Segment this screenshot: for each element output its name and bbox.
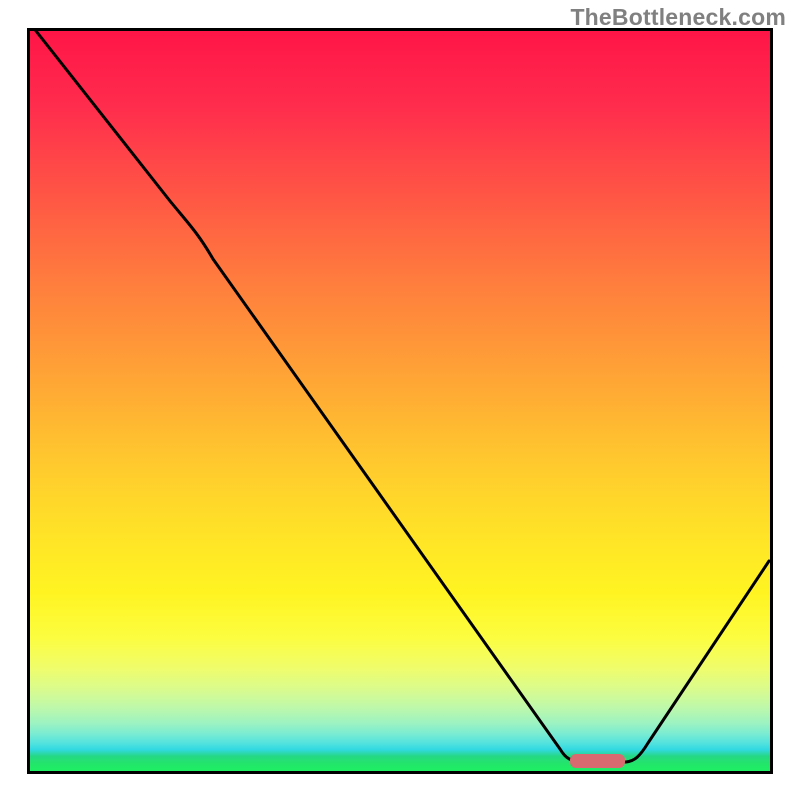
chart-container: TheBottleneck.com [0, 0, 800, 800]
bottleneck-curve [36, 31, 769, 762]
watermark-text: TheBottleneck.com [570, 4, 786, 31]
optimal-marker [570, 754, 625, 768]
plot-area [27, 28, 773, 774]
curve-overlay [30, 31, 770, 771]
